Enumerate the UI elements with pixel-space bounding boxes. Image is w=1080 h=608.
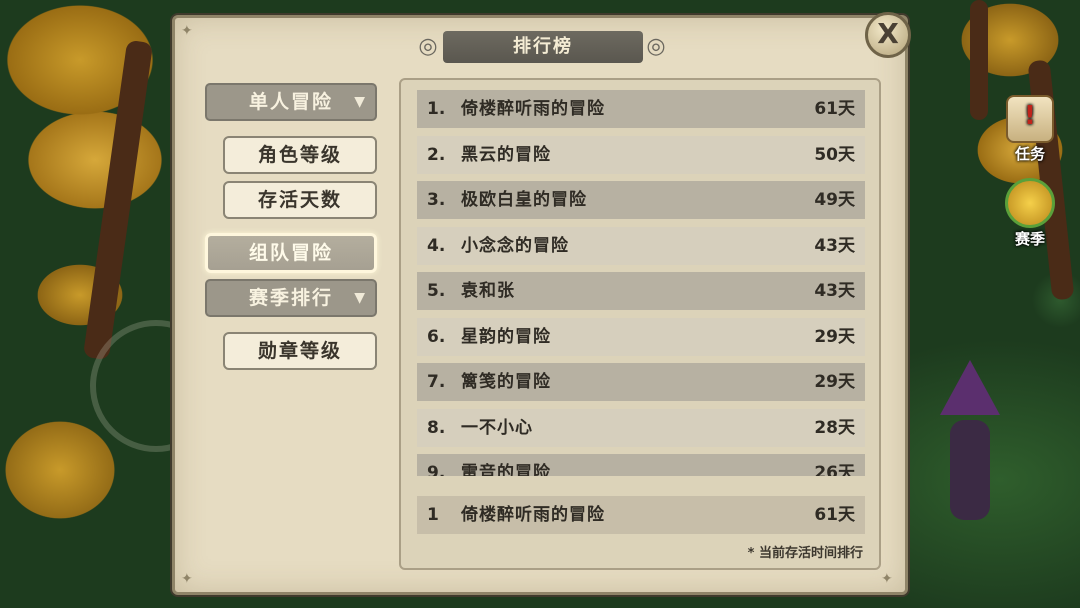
player-name: 小念念的冒险 — [461, 236, 569, 256]
ranking-row[interactable]: 4. 小念念的冒险 43天 — [417, 227, 865, 265]
survival-days: 26天 — [814, 463, 855, 476]
season-label: 赛季 — [1014, 230, 1045, 248]
survival-days: 28天 — [814, 418, 855, 438]
survival-days: 29天 — [814, 372, 855, 392]
survival-days: 49天 — [814, 190, 855, 210]
caret-down-icon: ▼ — [354, 290, 367, 306]
my-rank-days: 61天 — [814, 505, 855, 525]
survival-days: 50天 — [814, 145, 855, 165]
survival-days: 43天 — [814, 236, 855, 256]
player-name: 雷音的冒险 — [461, 463, 551, 476]
ranking-row[interactable]: 2. 黑云的冒险 50天 — [417, 136, 865, 174]
ranking-list[interactable]: 1. 倚楼醉听雨的冒险 61天 2. 黑云的冒险 50天 3. 极欧白皇的冒险 49天 4. 小念念… — [417, 90, 865, 476]
quest-button[interactable]: ! 任务 — [1005, 95, 1055, 164]
season-ranking-label: 赛季排行 — [248, 287, 333, 309]
title-swirl-right-icon: ◎ — [646, 34, 666, 59]
player-name: 倚楼醉听雨的冒险 — [461, 99, 605, 119]
survival-days: 61天 — [814, 99, 855, 119]
player-name: 黑云的冒险 — [461, 145, 551, 165]
player-name: 星韵的冒险 — [461, 327, 551, 347]
survival-days: 43天 — [814, 281, 855, 301]
season-trophy-icon — [1005, 178, 1055, 228]
scroll-icon: ! — [1006, 95, 1054, 143]
rank-number: 6. — [427, 327, 446, 347]
player-name: 极欧白皇的冒险 — [461, 190, 587, 210]
rank-number: 8. — [427, 418, 446, 438]
solo-adventure-dropdown[interactable]: 单人冒险 ▼ — [205, 83, 377, 121]
survival-days: 29天 — [814, 327, 855, 347]
witch-character — [930, 360, 1010, 530]
leaderboard-panel: ✦ ✦ ✦ ✦ ◎ 排行榜 ◎ 单人冒险 ▼ 角色等级 存活天数 组队冒险 赛季… — [172, 15, 908, 595]
rank-number: 1. — [427, 99, 446, 119]
rank-number: 3. — [427, 190, 446, 210]
panel-title: 排行榜 — [443, 31, 643, 63]
season-ranking-dropdown[interactable]: 赛季排行 ▼ — [205, 279, 377, 317]
corner-ornament-icon: ✦ — [881, 571, 893, 587]
ranking-row[interactable]: 1. 倚楼醉听雨的冒险 61天 — [417, 90, 865, 128]
ranking-row[interactable]: 7. 篱笺的冒险 29天 — [417, 363, 865, 401]
close-button[interactable]: X — [865, 12, 911, 58]
rank-number: 9. — [427, 463, 446, 476]
tree-trunk — [970, 0, 988, 120]
survival-days-button[interactable]: 存活天数 — [223, 181, 377, 219]
ranking-footnote: * 当前存活时间排行 — [747, 546, 863, 561]
ranking-row[interactable]: 3. 极欧白皇的冒险 49天 — [417, 181, 865, 219]
ranking-row[interactable]: 6. 星韵的冒险 29天 — [417, 318, 865, 356]
ranking-row[interactable]: 9. 雷音的冒险 26天 — [417, 454, 865, 476]
player-name: 一不小心 — [461, 418, 533, 438]
my-rank-number: 1 — [427, 505, 439, 525]
rank-number: 7. — [427, 372, 446, 392]
close-icon: X — [877, 17, 899, 50]
ranking-list-frame: 1. 倚楼醉听雨的冒险 61天 2. 黑云的冒险 50天 3. 极欧白皇的冒险 49天 4. 小念念… — [399, 78, 881, 570]
ranking-row[interactable]: 8. 一不小心 28天 — [417, 409, 865, 447]
tree-trunk — [82, 39, 154, 361]
season-button[interactable]: 赛季 — [1005, 178, 1055, 249]
my-rank-row: 1 倚楼醉听雨的冒险 61天 — [417, 496, 865, 534]
medal-level-button[interactable]: 勋章等级 — [223, 332, 377, 370]
corner-ornament-icon: ✦ — [181, 571, 193, 587]
corner-ornament-icon: ✦ — [181, 23, 193, 39]
character-level-button[interactable]: 角色等级 — [223, 136, 377, 174]
rank-number: 4. — [427, 236, 446, 256]
my-rank-name: 倚楼醉听雨的冒险 — [461, 505, 605, 525]
ranking-row[interactable]: 5. 袁和张 43天 — [417, 272, 865, 310]
player-name: 袁和张 — [461, 281, 515, 301]
rank-number: 2. — [427, 145, 446, 165]
rank-number: 5. — [427, 281, 446, 301]
quest-label: 任务 — [1014, 145, 1045, 163]
team-adventure-tab[interactable]: 组队冒险 — [205, 233, 377, 273]
player-name: 篱笺的冒险 — [461, 372, 551, 392]
solo-adventure-label: 单人冒险 — [248, 91, 333, 113]
caret-down-icon: ▼ — [354, 94, 367, 110]
